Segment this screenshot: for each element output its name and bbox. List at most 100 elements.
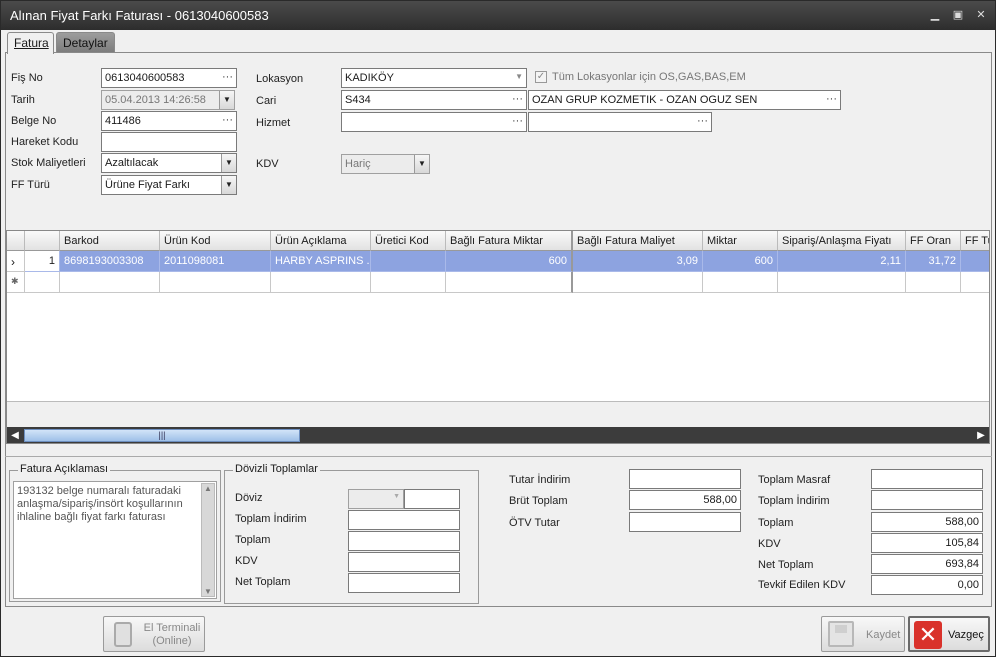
toplam-field[interactable]: 588,00 bbox=[871, 512, 983, 532]
otv-tutar-field[interactable] bbox=[629, 512, 741, 532]
scroll-thumb[interactable]: ||| bbox=[24, 429, 300, 442]
lokasyon-dropdown-icon[interactable]: ▼ bbox=[515, 72, 523, 81]
col-header-ff-tu[interactable]: FF Tu bbox=[961, 231, 989, 251]
close-icon[interactable]: ✕ bbox=[972, 7, 990, 23]
ff-turu-dropdown-icon[interactable]: ▼ bbox=[221, 176, 236, 194]
cari-kod-browse-icon[interactable]: ··· bbox=[512, 93, 523, 105]
cell-uretici-kod[interactable] bbox=[371, 251, 446, 272]
lokasyon-select[interactable]: KADIKÖY ▼ bbox=[341, 68, 527, 88]
row-indicator[interactable]: › bbox=[7, 251, 25, 272]
kdv-toplam-field[interactable]: 105,84 bbox=[871, 533, 983, 553]
toplam-indirim-field[interactable] bbox=[871, 490, 983, 510]
col-header-barkod[interactable]: Barkod bbox=[60, 231, 160, 251]
tum-lokasyon-label: Tüm Lokasyonlar için OS,GAS,BAS,EM bbox=[552, 71, 746, 83]
scroll-left-icon[interactable]: ◀ bbox=[8, 429, 22, 442]
tarih-dropdown-icon: ▼ bbox=[219, 91, 234, 109]
kaydet-label: Kaydet bbox=[866, 629, 901, 641]
col-header-siparis-fiyati[interactable]: Sipariş/Anlaşma Fiyatı bbox=[778, 231, 906, 251]
hizmet-kod-browse-icon[interactable]: ··· bbox=[512, 115, 523, 127]
cell-ff-tu[interactable] bbox=[961, 251, 989, 272]
ff-turu-select[interactable]: Ürüne Fiyat Farkı ▼ bbox=[101, 175, 237, 195]
minimize-icon[interactable]: ▁ bbox=[926, 7, 944, 23]
hizmet-kod-field[interactable]: ··· bbox=[341, 112, 527, 132]
window-title: Alınan Fiyat Farkı Faturası - 0613040600… bbox=[10, 8, 269, 23]
hareket-kodu-field[interactable] bbox=[101, 132, 237, 152]
scroll-down-icon[interactable]: ▼ bbox=[204, 587, 212, 596]
fis-no-field[interactable]: 0613040600583 ··· bbox=[101, 68, 237, 88]
new-row-cell[interactable] bbox=[371, 272, 446, 293]
kaydet-button[interactable]: Kaydet bbox=[821, 616, 905, 652]
cell-siparis-fiyati[interactable]: 2,11 bbox=[778, 251, 906, 272]
new-row-cell[interactable] bbox=[778, 272, 906, 293]
col-header-urun-aciklama[interactable]: Ürün Açıklama bbox=[271, 231, 371, 251]
hizmet-label: Hizmet bbox=[256, 117, 291, 129]
doviz-kur-field[interactable] bbox=[404, 489, 460, 509]
stok-maliyetleri-select[interactable]: Azaltılacak ▼ bbox=[101, 153, 237, 173]
aciklama-scrollbar[interactable]: ▲ ▼ bbox=[201, 483, 215, 597]
cari-ad-field[interactable]: OZAN GRUP KOZMETIK - OZAN OGUZ SEN ··· bbox=[528, 90, 841, 110]
doviz-select: ▼ bbox=[348, 489, 404, 509]
new-row-cell[interactable] bbox=[25, 272, 60, 293]
horizontal-scrollbar[interactable]: ◀ ||| ▶ bbox=[7, 427, 989, 443]
kdv-toplam-label: KDV bbox=[758, 538, 781, 550]
tarih-label: Tarih bbox=[11, 94, 35, 106]
el-terminali-button[interactable]: El Terminali (Online) bbox=[103, 616, 205, 652]
dovizli-kdv-field[interactable] bbox=[348, 552, 460, 572]
cell-barkod[interactable]: 8698193003308 bbox=[60, 251, 160, 272]
hizmet-ad-browse-icon[interactable]: ··· bbox=[697, 115, 708, 127]
fis-no-label: Fiş No bbox=[11, 72, 43, 84]
new-row-indicator[interactable]: ✱ bbox=[7, 272, 25, 293]
dovizli-net-toplam-field[interactable] bbox=[348, 573, 460, 593]
grid-corner bbox=[7, 231, 25, 251]
dovizli-toplamlar-title: Dövizli Toplamlar bbox=[233, 463, 320, 475]
toplam-value: 588,00 bbox=[945, 516, 979, 528]
tab-detaylar[interactable]: Detaylar bbox=[56, 32, 115, 52]
maximize-icon[interactable]: ▣ bbox=[949, 7, 967, 23]
new-row-cell[interactable] bbox=[271, 272, 371, 293]
dovizli-toplam-indirim-field[interactable] bbox=[348, 510, 460, 530]
col-header-ff-oran[interactable]: FF Oran bbox=[906, 231, 961, 251]
kdv-dropdown-icon: ▼ bbox=[414, 155, 429, 173]
cari-kod-field[interactable]: S434 ··· bbox=[341, 90, 527, 110]
dovizli-toplam-field[interactable] bbox=[348, 531, 460, 551]
vazgec-button[interactable]: ✕ Vazgeç bbox=[908, 616, 990, 652]
fatura-aciklamasi-textarea[interactable]: 193132 belge numaralı faturadaki anlaşma… bbox=[13, 481, 217, 599]
cell-urun-aciklama[interactable]: HARBY ASPRINS ... bbox=[271, 251, 371, 272]
net-toplam-field[interactable]: 693,84 bbox=[871, 554, 983, 574]
hizmet-ad-field[interactable]: ··· bbox=[528, 112, 712, 132]
col-header-urun-kod[interactable]: Ürün Kod bbox=[160, 231, 271, 251]
brut-toplam-field[interactable]: 588,00 bbox=[629, 490, 741, 510]
cell-ff-oran[interactable]: 31,72 bbox=[906, 251, 961, 272]
col-header-bagli-fatura-maliyet[interactable]: Bağlı Fatura Maliyet bbox=[573, 231, 703, 251]
toplam-indirim-label: Toplam İndirim bbox=[758, 495, 830, 507]
scroll-up-icon[interactable]: ▲ bbox=[204, 484, 212, 493]
new-row-cell[interactable] bbox=[961, 272, 989, 293]
col-header-miktar[interactable]: Miktar bbox=[703, 231, 778, 251]
tum-lokasyon-checkbox[interactable]: ✓ bbox=[535, 71, 547, 83]
new-row-cell[interactable] bbox=[60, 272, 160, 293]
toplam-masraf-field[interactable] bbox=[871, 469, 983, 489]
cari-ad-browse-icon[interactable]: ··· bbox=[826, 93, 837, 105]
cell-urun-kod[interactable]: 2011098081 bbox=[160, 251, 271, 272]
fatura-aciklamasi-group: Fatura Açıklaması 193132 belge numaralı … bbox=[9, 463, 221, 602]
cell-bagli-fatura-maliyet[interactable]: 3,09 bbox=[573, 251, 703, 272]
cell-miktar[interactable]: 600 bbox=[703, 251, 778, 272]
new-row-cell[interactable] bbox=[160, 272, 271, 293]
belge-no-field[interactable]: 411486 ··· bbox=[101, 111, 237, 131]
new-row-cell[interactable] bbox=[703, 272, 778, 293]
grid-footer bbox=[7, 401, 989, 427]
new-row-cell[interactable] bbox=[906, 272, 961, 293]
tab-fatura[interactable]: Fatura bbox=[7, 32, 54, 54]
tutar-indirim-field[interactable] bbox=[629, 469, 741, 489]
cell-bagli-fatura-miktar[interactable]: 600 bbox=[446, 251, 573, 272]
scroll-right-icon[interactable]: ▶ bbox=[974, 429, 988, 442]
tevkif-field[interactable]: 0,00 bbox=[871, 575, 983, 595]
col-header-uretici-kod[interactable]: Üretici Kod bbox=[371, 231, 446, 251]
new-row-cell[interactable] bbox=[446, 272, 573, 293]
col-header-bagli-fatura-miktar[interactable]: Bağlı Fatura Miktar bbox=[446, 231, 573, 251]
cari-ad-value: OZAN GRUP KOZMETIK - OZAN OGUZ SEN bbox=[532, 94, 758, 106]
stok-maliyetleri-dropdown-icon[interactable]: ▼ bbox=[221, 154, 236, 172]
new-row-cell[interactable] bbox=[573, 272, 703, 293]
belge-no-browse-icon[interactable]: ··· bbox=[222, 114, 233, 126]
fis-no-browse-icon[interactable]: ··· bbox=[222, 71, 233, 83]
